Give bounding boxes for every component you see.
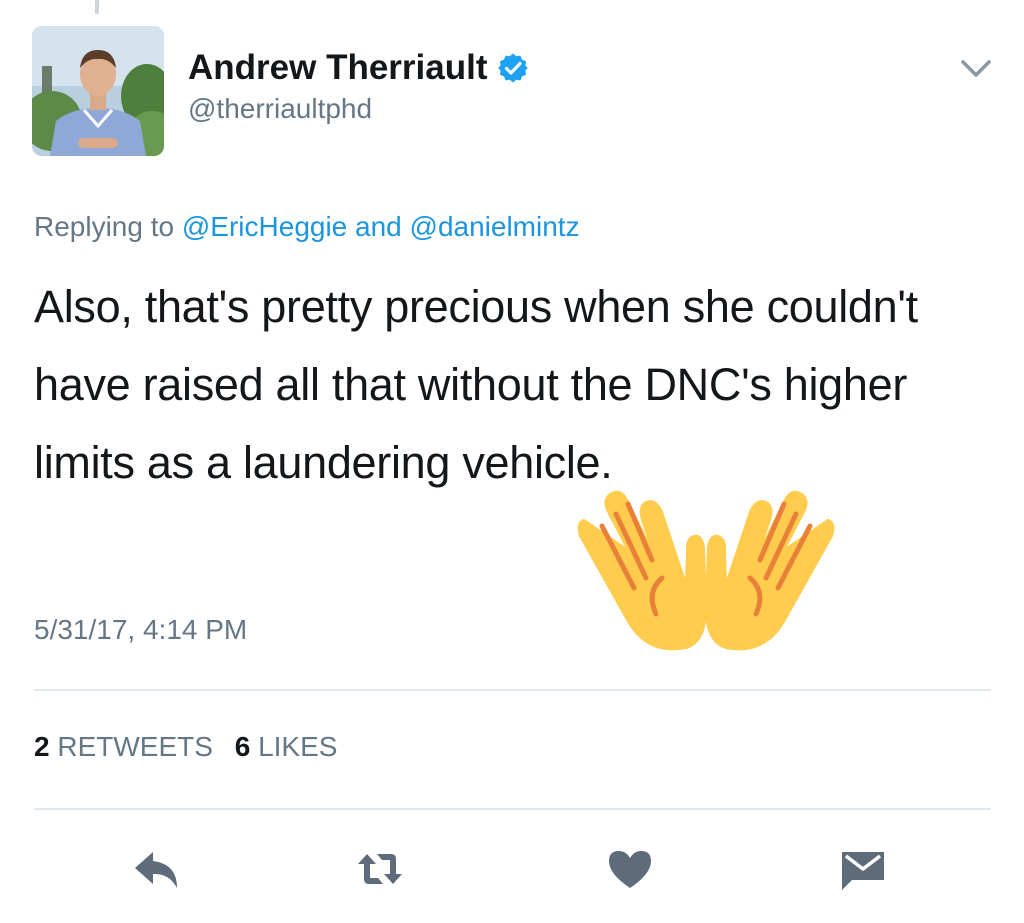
avatar-photo xyxy=(32,26,164,156)
mention-link[interactable]: @EricHeggie xyxy=(182,211,347,242)
divider xyxy=(34,808,991,810)
chevron-down-icon[interactable] xyxy=(958,56,994,82)
author-name-row[interactable]: Andrew Therriault xyxy=(188,48,529,88)
like-count[interactable]: 6 xyxy=(235,731,251,762)
engagement-stats: 2 RETWEETS 6 LIKES xyxy=(34,731,337,763)
retweet-icon xyxy=(358,854,402,884)
replying-prefix: Replying to xyxy=(34,211,175,242)
like-button[interactable] xyxy=(605,846,655,892)
raised-hands-emoji xyxy=(577,490,835,651)
thread-connector-line xyxy=(95,0,99,14)
mention-link[interactable]: @danielmintz xyxy=(410,211,580,242)
reply-button[interactable] xyxy=(131,846,181,892)
direct-message-button[interactable] xyxy=(838,846,888,892)
replying-to-line: Replying to @EricHeggie and @danielmintz xyxy=(34,211,580,243)
retweet-button[interactable] xyxy=(355,846,405,892)
author-display-name[interactable]: Andrew Therriault xyxy=(188,48,487,88)
reply-icon xyxy=(135,852,177,888)
avatar[interactable] xyxy=(32,26,164,156)
replying-joiner[interactable]: and xyxy=(355,211,402,242)
retweet-count[interactable]: 2 xyxy=(34,731,50,762)
verified-badge-icon xyxy=(498,53,529,83)
heart-icon xyxy=(609,851,651,888)
divider xyxy=(34,689,991,691)
retweet-label[interactable]: RETWEETS xyxy=(57,731,213,762)
author-handle[interactable]: @therriaultphd xyxy=(188,93,372,125)
tweet-text: Also, that's pretty precious when she co… xyxy=(34,281,918,488)
tweet-timestamp[interactable]: 5/31/17, 4:14 PM xyxy=(34,614,247,646)
envelope-icon xyxy=(842,852,884,890)
like-label[interactable]: LIKES xyxy=(258,731,337,762)
